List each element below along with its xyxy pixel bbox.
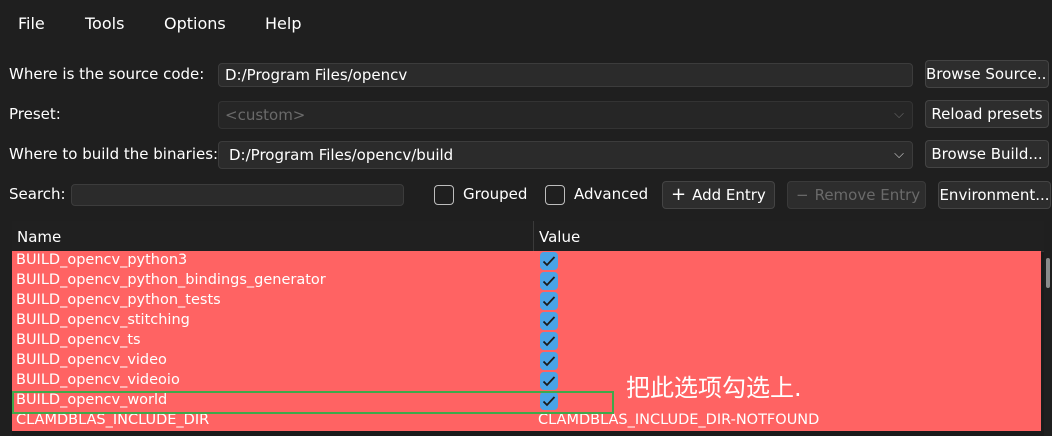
- row-value-checkbox[interactable]: [540, 352, 558, 370]
- remove-entry-button[interactable]: − Remove Entry: [787, 181, 926, 209]
- row-value-checkbox[interactable]: [540, 332, 558, 350]
- advanced-label[interactable]: Advanced: [574, 185, 648, 203]
- search-input[interactable]: [71, 184, 404, 206]
- menu-options[interactable]: Options: [164, 14, 226, 33]
- row-name: CLAMDBLAS_INCLUDE_DIR: [16, 412, 210, 428]
- row-name: BUILD_opencv_python3: [16, 252, 188, 268]
- menu-file[interactable]: File: [18, 14, 45, 33]
- row-value-checkbox[interactable]: [540, 312, 558, 330]
- row-value-text[interactable]: CLAMDBLAS_INCLUDE_DIR-NOTFOUND: [538, 412, 819, 428]
- add-entry-button[interactable]: + Add Entry: [662, 181, 775, 209]
- build-path-combobox[interactable]: D:/Program Files/opencv/build ⌵: [218, 141, 913, 169]
- table-row[interactable]: BUILD_opencv_python_bindings_generator: [12, 271, 1041, 291]
- annotation-text: 把此选项勾选上.: [626, 374, 802, 402]
- grouped-label[interactable]: Grouped: [463, 185, 527, 203]
- search-label: Search:: [9, 185, 66, 203]
- preset-label: Preset:: [9, 105, 61, 123]
- row-name: BUILD_opencv_python_tests: [16, 292, 221, 308]
- environment-button[interactable]: Environment...: [938, 181, 1051, 209]
- row-name: BUILD_opencv_python_bindings_generator: [16, 272, 326, 288]
- source-label: Where is the source code:: [9, 65, 205, 83]
- column-separator: [533, 221, 534, 251]
- table-row[interactable]: CLAMDBLAS_INCLUDE_DIR CLAMDBLAS_INCLUDE_…: [12, 411, 1041, 431]
- table-row[interactable]: BUILD_opencv_videoio: [12, 371, 1041, 391]
- remove-entry-label: Remove Entry: [814, 186, 921, 204]
- browse-build-button[interactable]: Browse Build...: [925, 140, 1049, 168]
- plus-icon: +: [671, 184, 687, 205]
- row-value-checkbox[interactable]: [540, 292, 558, 310]
- annotation-highlight-box: [12, 391, 614, 414]
- preset-select[interactable]: <custom> ⌵: [218, 101, 913, 129]
- row-value-checkbox[interactable]: [540, 252, 558, 270]
- chevron-down-icon[interactable]: ⌵: [894, 147, 904, 162]
- menu-help[interactable]: Help: [265, 14, 301, 33]
- column-header-value[interactable]: Value: [539, 228, 580, 246]
- row-value-checkbox[interactable]: [540, 372, 558, 390]
- advanced-checkbox[interactable]: [545, 185, 565, 205]
- column-header-name[interactable]: Name: [17, 228, 61, 246]
- table-row[interactable]: BUILD_opencv_video: [12, 351, 1041, 371]
- chevron-down-icon: ⌵: [894, 107, 904, 122]
- minus-icon: −: [796, 186, 809, 204]
- table-scrollbar[interactable]: [1046, 258, 1050, 288]
- menu-bar: File Tools Options Help: [0, 0, 1052, 50]
- row-name: BUILD_opencv_stitching: [16, 312, 190, 328]
- table-row[interactable]: BUILD_opencv_stitching: [12, 311, 1041, 331]
- menu-tools[interactable]: Tools: [85, 14, 124, 33]
- browse-source-button[interactable]: Browse Source...: [925, 60, 1049, 88]
- row-name: BUILD_opencv_video: [16, 352, 167, 368]
- table-header: Name Value: [12, 221, 1044, 252]
- row-name: BUILD_opencv_videoio: [16, 372, 180, 388]
- row-value-checkbox[interactable]: [540, 272, 558, 290]
- row-name: BUILD_opencv_ts: [16, 332, 141, 348]
- build-label: Where to build the binaries:: [9, 145, 219, 163]
- table-row[interactable]: BUILD_opencv_python3: [12, 251, 1041, 271]
- add-entry-label: Add Entry: [692, 186, 766, 204]
- reload-presets-button[interactable]: Reload presets: [925, 100, 1049, 128]
- preset-value: <custom>: [225, 106, 306, 124]
- source-path-input[interactable]: D:/Program Files/opencv: [218, 63, 913, 87]
- table-row[interactable]: BUILD_opencv_python_tests: [12, 291, 1041, 311]
- grouped-checkbox[interactable]: [434, 185, 454, 205]
- table-row[interactable]: BUILD_opencv_ts: [12, 331, 1041, 351]
- build-path-value: D:/Program Files/opencv/build: [229, 146, 454, 164]
